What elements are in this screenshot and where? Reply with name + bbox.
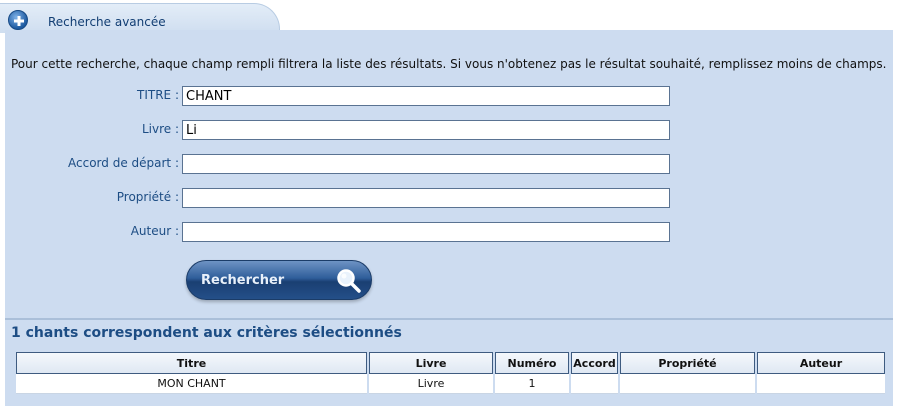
livre-label: Livre : — [141, 122, 179, 136]
tab-strip: Recherche avancée — [0, 0, 900, 33]
magnifier-icon — [335, 267, 363, 298]
column-header-auteur[interactable]: Auteur — [757, 352, 885, 374]
field-row-titre: TITRE : — [5, 86, 893, 106]
field-row-propriete: Propriété : — [5, 188, 893, 208]
tab-recherche-avancee[interactable]: Recherche avancée — [0, 3, 280, 33]
livre-input[interactable] — [182, 120, 670, 140]
column-header-accord[interactable]: Accord — [571, 352, 618, 374]
cell-livre: Livre — [369, 374, 493, 394]
cell-propriete — [620, 374, 755, 394]
field-row-auteur: Auteur : — [5, 222, 893, 242]
tab-title: Recherche avancée — [48, 15, 166, 29]
cell-numero: 1 — [495, 374, 569, 394]
cell-titre[interactable]: MON CHANT — [16, 374, 367, 394]
column-header-propriete[interactable]: Propriété — [620, 352, 755, 374]
titre-input[interactable] — [182, 86, 670, 106]
results-table: Titre Livre Numéro Accord Propriété Aute… — [14, 352, 887, 394]
cell-auteur — [757, 374, 885, 394]
column-header-numero[interactable]: Numéro — [495, 352, 569, 374]
intro-text: Pour cette recherche, chaque champ rempl… — [11, 57, 887, 71]
auteur-label: Auteur : — [130, 224, 179, 238]
titre-label: TITRE : — [137, 88, 179, 102]
field-row-livre: Livre : — [5, 120, 893, 140]
search-form-panel: Pour cette recherche, chaque champ rempl… — [5, 30, 893, 318]
results-section: 1 chants correspondent aux critères séle… — [5, 318, 893, 406]
cell-accord — [571, 374, 618, 394]
column-header-titre[interactable]: Titre — [16, 352, 367, 374]
accord-label: Accord de départ : — [68, 156, 179, 170]
table-row[interactable]: MON CHANT Livre 1 — [16, 374, 885, 394]
propriete-label: Propriété : — [116, 190, 179, 204]
accord-input[interactable] — [182, 154, 670, 174]
search-button-label: Rechercher — [201, 273, 285, 288]
propriete-input[interactable] — [182, 188, 670, 208]
field-row-accord: Accord de départ : — [5, 154, 893, 174]
column-header-livre[interactable]: Livre — [369, 352, 493, 374]
results-summary: 1 chants correspondent aux critères séle… — [11, 325, 402, 341]
search-button[interactable]: Rechercher — [186, 260, 372, 300]
results-header-row: Titre Livre Numéro Accord Propriété Aute… — [16, 352, 885, 374]
plus-circle-icon — [8, 10, 28, 30]
auteur-input[interactable] — [182, 222, 670, 242]
